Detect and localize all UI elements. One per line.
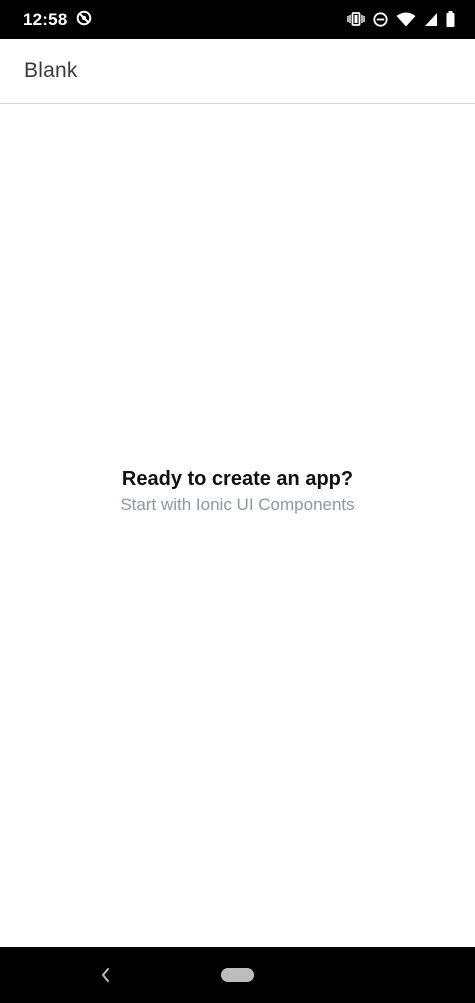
status-time: 12:58: [23, 10, 68, 29]
back-icon[interactable]: [98, 965, 114, 985]
main-content: Ready to create an app? Start with Ionic…: [0, 104, 475, 947]
status-bar: 12:58: [0, 0, 475, 39]
do-not-disturb-icon: [373, 11, 388, 27]
page-title: Blank: [24, 59, 78, 82]
signal-icon: [424, 12, 438, 27]
home-pill-icon[interactable]: [221, 968, 254, 982]
app-toolbar: Blank: [0, 39, 475, 104]
empty-state-title: Ready to create an app?: [121, 468, 354, 490]
app-screen: 12:58 Blank Ready to create an app? Star…: [0, 0, 475, 1003]
empty-state: Ready to create an app? Start with Ionic…: [0, 466, 475, 516]
sync-icon: [76, 10, 92, 26]
vibrate-icon: [347, 12, 365, 26]
battery-icon: [446, 11, 455, 27]
status-icons: [347, 9, 455, 29]
wifi-icon: [396, 12, 416, 27]
empty-state-subtitle: Start with Ionic UI Components: [120, 495, 355, 514]
system-navigation-bar: [0, 947, 475, 1003]
